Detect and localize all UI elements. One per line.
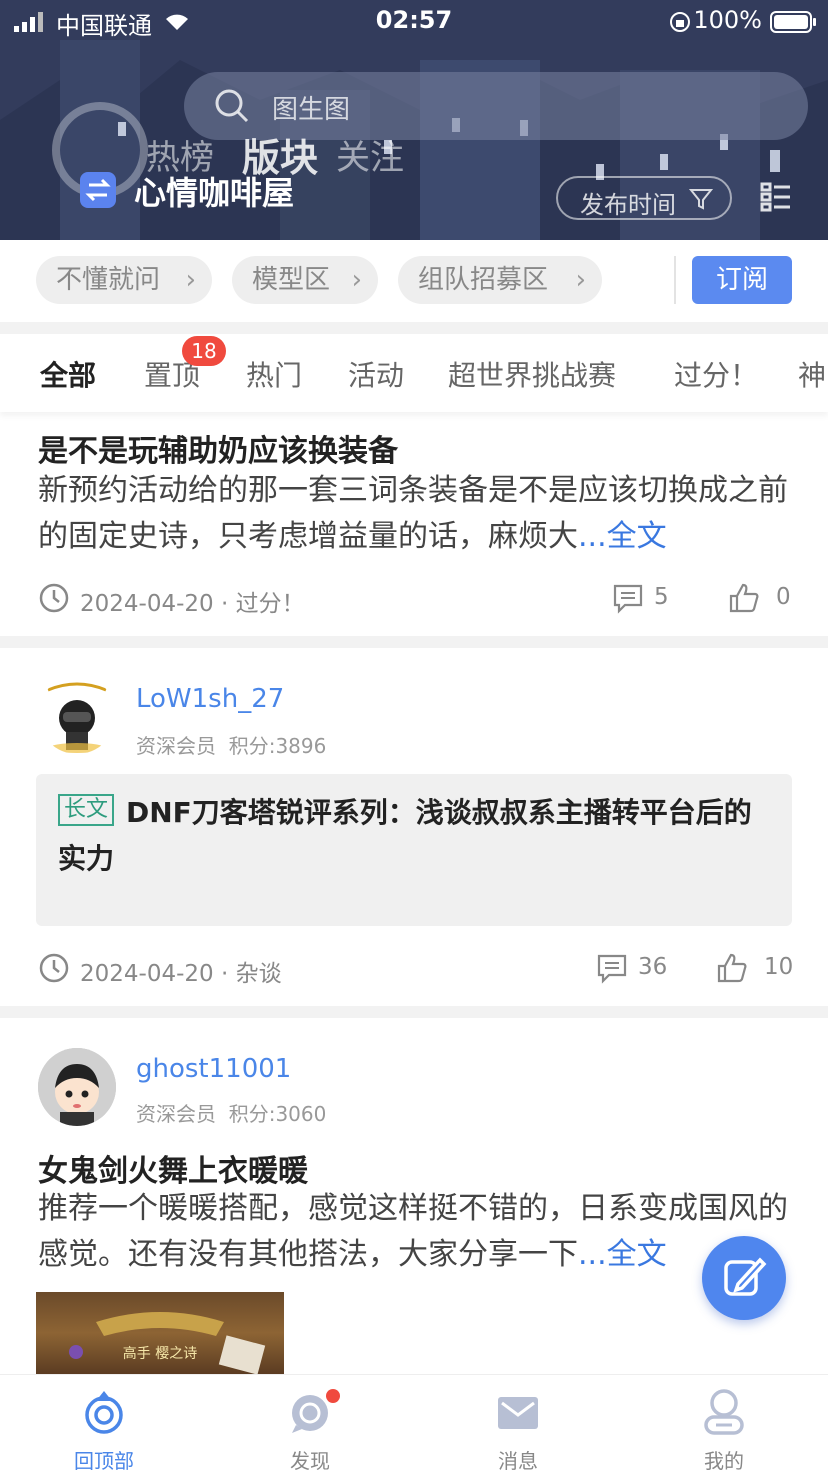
divider bbox=[0, 322, 828, 334]
post-title[interactable]: 是不是玩辅助奶应该换装备 bbox=[38, 426, 398, 470]
post-image-thumbnail[interactable]: 高手 樱之诗 bbox=[36, 1292, 284, 1374]
comment-icon[interactable] bbox=[612, 582, 644, 614]
comment-icon[interactable] bbox=[596, 952, 628, 984]
bottom-navigation: 回顶部 发现 消息 我的 bbox=[0, 1374, 828, 1472]
nav-back-to-top[interactable]: 回顶部 bbox=[34, 1375, 174, 1472]
nav-messages[interactable]: 消息 bbox=[448, 1375, 588, 1472]
nav-discover[interactable]: 发现 bbox=[240, 1375, 380, 1472]
nav-label: 我的 bbox=[704, 1449, 744, 1472]
divider bbox=[0, 1006, 828, 1018]
orientation-lock-icon bbox=[670, 12, 690, 32]
profile-icon bbox=[704, 1389, 744, 1435]
chevron-right-icon: › bbox=[185, 265, 196, 295]
divider bbox=[0, 636, 828, 648]
nav-profile[interactable]: 我的 bbox=[654, 1375, 794, 1472]
chip-ask[interactable]: 不懂就问 › bbox=[36, 256, 212, 304]
like-count: 0 bbox=[776, 584, 791, 610]
comment-count: 5 bbox=[654, 584, 669, 610]
pinned-count-badge: 18 bbox=[182, 336, 226, 366]
long-article-card[interactable]: 长文 DNF刀客塔锐评系列：浅谈叔叔系主播转平台后的实力 bbox=[36, 774, 792, 926]
post-title[interactable]: 女鬼剑火舞上衣暖暖 bbox=[38, 1146, 308, 1190]
tab-more[interactable]: 神 bbox=[798, 354, 826, 394]
chip-team-recruit[interactable]: 组队招募区 › bbox=[398, 256, 602, 304]
header-banner: 中国联通 02:57 100% 图生图 热榜 版块 关注 心情咖啡屋 发布时间 bbox=[0, 0, 828, 240]
nav-label: 消息 bbox=[498, 1449, 538, 1472]
nav-label: 发现 bbox=[290, 1449, 330, 1472]
username[interactable]: ghost11001 bbox=[136, 1054, 291, 1084]
tab-following[interactable]: 关注 bbox=[336, 130, 404, 179]
chevron-right-icon: › bbox=[351, 265, 362, 295]
tab-events[interactable]: 活动 bbox=[348, 354, 404, 394]
user-info: 资深会员 积分:3896 bbox=[136, 734, 327, 758]
read-more-link[interactable]: ...全文 bbox=[578, 519, 667, 554]
avatar[interactable] bbox=[38, 1048, 116, 1126]
chip-models[interactable]: 模型区 › bbox=[232, 256, 378, 304]
battery-icon bbox=[770, 11, 816, 33]
clock-icon bbox=[39, 583, 69, 613]
search-placeholder: 图生图 bbox=[272, 95, 351, 125]
tab-super-world-challenge[interactable]: 超世界挑战赛 bbox=[448, 354, 616, 394]
subscribe-button[interactable]: 订阅 bbox=[692, 256, 792, 304]
chip-label: 模型区 bbox=[252, 265, 331, 295]
post-body-text: 推荐一个暖暖搭配，感觉这样挺不错的，日系变成国风的感觉。还有没有其他搭法，大家分… bbox=[38, 1191, 788, 1272]
new-post-button[interactable] bbox=[702, 1236, 786, 1320]
tab-all[interactable]: 全部 bbox=[40, 354, 96, 394]
divider bbox=[674, 256, 676, 304]
username[interactable]: LoW1sh_27 bbox=[136, 684, 284, 714]
back-to-top-icon bbox=[85, 1391, 123, 1434]
tab-hot[interactable]: 热门 bbox=[246, 354, 302, 394]
post-body-text: 新预约活动给的那一套三词条装备是不是应该切换成之前的固定史诗，只考虑增益量的话，… bbox=[38, 473, 788, 554]
notification-dot bbox=[326, 1389, 340, 1403]
post-body[interactable]: 推荐一个暖暖搭配，感觉这样挺不错的，日系变成国风的感觉。还有没有其他搭法，大家分… bbox=[38, 1186, 792, 1278]
section-name: 心情咖啡屋 bbox=[134, 174, 295, 212]
swap-icon bbox=[80, 172, 116, 208]
read-more-link[interactable]: ...全文 bbox=[578, 1237, 667, 1272]
user-info: 资深会员 积分:3060 bbox=[136, 1102, 327, 1126]
post-meta: 2024-04-20 · 杂谈 36 10 bbox=[38, 952, 794, 987]
category-tabs: 全部 置顶 热门 活动 超世界挑战赛 过分！ 神 bbox=[0, 334, 828, 412]
battery-percentage: 100% bbox=[693, 6, 762, 34]
status-bar: 中国联通 02:57 100% bbox=[0, 0, 828, 44]
clock-icon bbox=[39, 953, 69, 983]
chip-label: 不懂就问 bbox=[56, 265, 161, 295]
tab-too-much[interactable]: 过分！ bbox=[674, 354, 758, 394]
time-filter-label: 发布时间 bbox=[580, 191, 676, 219]
search-icon bbox=[215, 89, 249, 123]
long-article-title: DNF刀客塔锐评系列：浅谈叔叔系主播转平台后的实力 bbox=[58, 796, 752, 875]
thumbs-up-icon[interactable] bbox=[716, 952, 748, 984]
post-date: 2024-04-20 · 杂谈 bbox=[80, 961, 282, 987]
list-view-icon[interactable] bbox=[760, 182, 792, 212]
post-meta: 2024-04-20 · 过分！ 5 0 bbox=[38, 582, 792, 617]
post-body[interactable]: 新预约活动给的那一套三词条装备是不是应该切换成之前的固定史诗，只考虑增益量的话，… bbox=[38, 468, 792, 560]
edit-icon bbox=[724, 1257, 767, 1296]
comment-count: 36 bbox=[638, 954, 668, 980]
filter-icon bbox=[688, 189, 714, 210]
chip-label: 组队招募区 bbox=[418, 265, 549, 295]
time-filter-button[interactable]: 发布时间 bbox=[556, 176, 732, 220]
thumb-caption: 高手 樱之诗 bbox=[123, 1345, 197, 1362]
thumbs-up-icon[interactable] bbox=[728, 582, 760, 614]
chevron-right-icon: › bbox=[575, 265, 586, 295]
quick-sections-bar: 不懂就问 › 模型区 › 组队招募区 › 订阅 bbox=[0, 240, 828, 322]
post-date: 2024-04-20 · 过分！ bbox=[80, 591, 305, 617]
nav-label: 回顶部 bbox=[74, 1449, 134, 1472]
avatar[interactable] bbox=[38, 676, 116, 754]
mail-icon bbox=[498, 1397, 538, 1429]
like-count: 10 bbox=[764, 954, 794, 980]
